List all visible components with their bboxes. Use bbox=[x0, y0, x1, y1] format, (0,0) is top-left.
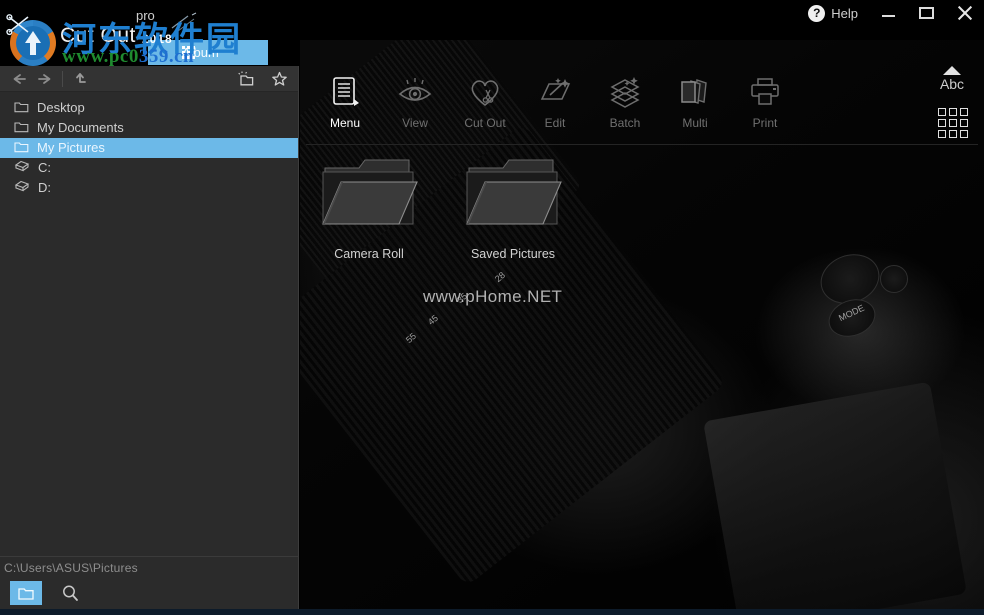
scissors-icon bbox=[6, 14, 29, 36]
grid-view-icon[interactable] bbox=[938, 108, 972, 138]
folder-name: Camera Roll bbox=[334, 247, 404, 261]
toolbar-item-batch[interactable]: Batch bbox=[590, 60, 660, 140]
toolbar-divider bbox=[306, 144, 978, 145]
drive-icon bbox=[14, 160, 30, 176]
heart-scissors-icon bbox=[467, 72, 503, 112]
toolbar-item-label: Multi bbox=[682, 116, 708, 130]
toolbar-item-print[interactable]: Print bbox=[730, 60, 800, 140]
folder-icon bbox=[14, 120, 29, 136]
navbar-divider bbox=[62, 70, 63, 87]
forward-arrow-icon[interactable] bbox=[32, 68, 58, 90]
minimize-icon bbox=[882, 15, 895, 17]
minimize-button[interactable] bbox=[880, 4, 898, 22]
tree-item-desktop[interactable]: Desktop bbox=[0, 98, 298, 118]
toolbar-item-label: View bbox=[402, 116, 428, 130]
sidebar-status-bar: C:\Users\ASUS\Pictures bbox=[0, 556, 299, 614]
toolbar-items: Menu View Cut Out Edit Batch Multi Print bbox=[310, 60, 800, 140]
toolbar-item-view[interactable]: View bbox=[380, 60, 450, 140]
menu-document-icon bbox=[330, 72, 360, 112]
folder-thumb-icon bbox=[317, 150, 421, 241]
title-bar: Cut Out pro 2018 河东软件园 www.pc0359.cn ? H… bbox=[0, 0, 984, 67]
folder-icon bbox=[14, 100, 29, 116]
search-button[interactable] bbox=[54, 581, 86, 605]
toolbar-item-cut-out[interactable]: Cut Out bbox=[450, 60, 520, 140]
eye-icon bbox=[396, 72, 434, 112]
folder-thumb-icon bbox=[461, 150, 565, 241]
image-watermark: www.pHome.NET bbox=[423, 287, 563, 306]
maximize-icon bbox=[919, 7, 934, 19]
toolbar-item-edit[interactable]: Edit bbox=[520, 60, 590, 140]
folder-grid: Camera Roll Saved Pictures bbox=[314, 150, 568, 261]
toolbar-item-label: Menu bbox=[329, 116, 361, 130]
tree-item-drive-c[interactable]: C: bbox=[0, 158, 298, 178]
layers-stars-icon bbox=[607, 72, 643, 112]
toolbar-item-label: Print bbox=[752, 116, 778, 130]
drive-icon bbox=[14, 180, 30, 196]
sort-ascending-icon bbox=[943, 66, 961, 75]
maximize-button[interactable] bbox=[918, 4, 936, 22]
folder-tree: Desktop My Documents My Pictures C: D: bbox=[0, 92, 298, 198]
magic-wand-icon bbox=[537, 72, 573, 112]
navbar-actions bbox=[234, 66, 292, 92]
watermark-url: www.pc0359.cn bbox=[62, 46, 194, 68]
toolbar-item-menu[interactable]: Menu bbox=[310, 60, 380, 140]
tree-item-label: D: bbox=[38, 180, 51, 195]
new-folder-icon[interactable] bbox=[234, 68, 260, 90]
main-toolbar: Menu View Cut Out Edit Batch Multi Print… bbox=[300, 60, 984, 145]
help-circle-icon: ? bbox=[808, 4, 826, 22]
tree-item-label: Desktop bbox=[37, 100, 85, 115]
main-content-area: 28 35 45 55 OFF ON MODE Menu View bbox=[300, 0, 984, 615]
up-level-icon[interactable] bbox=[67, 68, 93, 90]
camera-grip-shape bbox=[703, 381, 967, 615]
sidebar-navbar bbox=[0, 66, 298, 92]
window-controls bbox=[880, 0, 974, 26]
folder-icon bbox=[14, 140, 29, 156]
close-button[interactable] bbox=[956, 4, 974, 22]
sort-control[interactable]: Abc bbox=[930, 66, 974, 92]
multi-photos-icon bbox=[677, 72, 713, 112]
back-arrow-icon[interactable] bbox=[6, 68, 32, 90]
sidebar-panel: Desktop My Documents My Pictures C: D: bbox=[0, 66, 299, 556]
tree-item-label: My Pictures bbox=[37, 140, 105, 155]
star-icon[interactable] bbox=[266, 68, 292, 90]
bottom-edge-strip bbox=[0, 609, 984, 615]
tree-item-label: My Documents bbox=[37, 120, 124, 135]
watermark-url-blue: 359.cn bbox=[138, 46, 195, 67]
cutout-logo-icon bbox=[6, 14, 56, 66]
tree-item-label: C: bbox=[38, 160, 51, 175]
current-path: C:\Users\ASUS\Pictures bbox=[4, 561, 138, 575]
folder-item[interactable]: Saved Pictures bbox=[458, 150, 568, 261]
tree-item-drive-d[interactable]: D: bbox=[0, 178, 298, 198]
toolbar-item-label: Edit bbox=[544, 116, 566, 130]
help-label: Help bbox=[831, 5, 858, 21]
camera-dial-3 bbox=[880, 265, 908, 293]
tree-item-my-pictures[interactable]: My Pictures bbox=[0, 138, 298, 158]
status-buttons bbox=[0, 575, 298, 605]
watermark-url-green: www.pc0 bbox=[62, 46, 139, 67]
toolbar-item-label: Cut Out bbox=[464, 116, 506, 130]
toolbar-item-multi[interactable]: Multi bbox=[660, 60, 730, 140]
toolbar-item-label: Batch bbox=[609, 116, 641, 130]
help-control[interactable]: ? Help bbox=[808, 2, 858, 24]
tree-item-my-documents[interactable]: My Documents bbox=[0, 118, 298, 138]
browse-folder-button[interactable] bbox=[10, 581, 42, 605]
printer-icon bbox=[747, 72, 783, 112]
sort-label: Abc bbox=[939, 76, 965, 92]
folder-name: Saved Pictures bbox=[470, 247, 556, 261]
folder-item[interactable]: Camera Roll bbox=[314, 150, 424, 261]
